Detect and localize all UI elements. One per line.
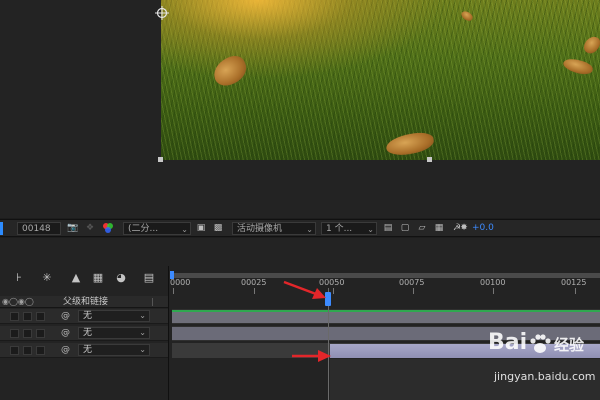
leaf <box>459 9 475 23</box>
chevron-down-icon: ⌄ <box>367 225 374 234</box>
spiral-pickwhip-icon[interactable]: @ <box>61 311 71 321</box>
leaf <box>209 52 251 90</box>
visibility-switch[interactable] <box>10 346 19 355</box>
av-switches-icon[interactable]: ◉◯◉◯ <box>2 297 46 307</box>
hide-shy-icon[interactable]: ▲ <box>69 271 83 285</box>
viewer-toolbar: 00148 📷 ❖ (二分... ⌄ ▣ ▩ 活动摄像机 ⌄ 1 个... ⌄ ▤ ▢… <box>0 219 600 237</box>
layer-column-header: ◉◯◉◯ 父级和链接 <box>0 296 168 308</box>
layer-handle[interactable] <box>427 157 432 162</box>
ruler-tick <box>173 288 174 294</box>
parent-value: 无 <box>83 328 93 338</box>
layer-handle[interactable] <box>158 157 163 162</box>
ruler-label: 0000 <box>170 278 191 287</box>
chevron-down-icon: ⌄ <box>139 311 146 320</box>
resolution-value: (二分... <box>128 224 159 234</box>
work-area-bar[interactable] <box>170 273 600 278</box>
layer-row[interactable]: @ 无 ⌄ <box>0 343 168 358</box>
exposure-icon[interactable]: ✸ <box>457 222 471 235</box>
ruler-label: 00025 <box>241 278 267 287</box>
chevron-down-icon: ⌄ <box>181 225 188 234</box>
visibility-switch[interactable] <box>10 312 19 321</box>
visibility-switch[interactable] <box>10 329 19 338</box>
ruler-tick <box>575 288 576 294</box>
view-layout-dropdown[interactable]: 1 个... ⌄ <box>321 222 377 235</box>
solo-switch[interactable] <box>36 312 45 321</box>
parent-dropdown[interactable]: 无 ⌄ <box>78 327 150 339</box>
3d-view-icon[interactable]: ▦ <box>432 222 446 235</box>
chevron-down-icon: ⌄ <box>306 225 313 234</box>
parent-link-column-label: 父级和链接 <box>63 297 109 307</box>
composition-viewer[interactable] <box>0 0 600 218</box>
watermark-brand-cn: 经验 <box>554 336 585 354</box>
column-separator <box>152 298 153 306</box>
motion-blur-icon[interactable]: ◕ <box>114 271 128 285</box>
red-arrow-icon <box>283 280 326 299</box>
watermark-url: jingyan.baidu.com <box>494 370 596 383</box>
ruler-label: 00125 <box>561 278 587 287</box>
graph-editor-icon[interactable]: ▤ <box>142 271 156 285</box>
ruler-tick <box>333 288 334 294</box>
leaf <box>561 55 595 78</box>
frame-blending-icon[interactable]: ▦ <box>91 271 105 285</box>
audio-switch[interactable] <box>23 329 32 338</box>
snapshot-icon[interactable]: ❖ <box>84 222 96 235</box>
timeline-icon[interactable]: ▱ <box>416 222 428 235</box>
resolution-dropdown[interactable]: (二分... ⌄ <box>123 222 191 235</box>
active-indicator <box>0 222 3 235</box>
ruler-label: 00075 <box>399 278 425 287</box>
time-ruler[interactable]: 0000 00025 00050 00075 00100 00125 <box>170 271 600 295</box>
ruler-tick <box>413 288 414 294</box>
paw-logo-icon <box>530 334 551 353</box>
footage-frame[interactable] <box>161 0 600 160</box>
ruler-tick <box>254 288 255 294</box>
region-of-interest-icon[interactable]: ▣ <box>195 222 207 235</box>
fast-preview-icon[interactable]: ▢ <box>399 222 411 235</box>
watermark-brand: Bai <box>488 330 528 355</box>
layer-row[interactable]: @ 无 ⌄ <box>0 309 168 324</box>
solo-switch[interactable] <box>36 346 45 355</box>
layer-track[interactable] <box>172 309 600 324</box>
camera-view-dropdown[interactable]: 活动摄像机 ⌄ <box>232 222 316 235</box>
spiral-pickwhip-icon[interactable]: @ <box>61 328 71 338</box>
exposure-value[interactable]: +0.0 <box>472 222 502 235</box>
draft-3d-icon[interactable]: ✳ <box>40 271 54 285</box>
leaf <box>581 33 600 57</box>
ruler-tick <box>493 288 494 294</box>
parent-dropdown[interactable]: 无 ⌄ <box>78 344 150 356</box>
parent-value: 无 <box>83 345 93 355</box>
view-layout-value: 1 个... <box>326 224 353 234</box>
anchor-point-icon[interactable] <box>155 6 169 20</box>
parent-value: 无 <box>83 311 93 321</box>
current-time-field[interactable]: 00148 <box>17 222 61 235</box>
audio-switch[interactable] <box>23 312 32 321</box>
chevron-down-icon: ⌄ <box>139 345 146 354</box>
solo-switch[interactable] <box>36 329 45 338</box>
baidu-watermark: Bai 经验 jingyan.baidu.com <box>488 330 598 398</box>
camera-view-value: 活动摄像机 <box>237 224 283 234</box>
spiral-pickwhip-icon[interactable]: @ <box>61 345 71 355</box>
layer-row[interactable]: @ 无 ⌄ <box>0 326 168 341</box>
parent-dropdown[interactable]: 无 ⌄ <box>78 310 150 322</box>
red-arrow-icon <box>292 350 331 362</box>
color-channel-icon[interactable] <box>101 222 115 235</box>
leaf <box>384 130 436 158</box>
ruler-label: 00100 <box>480 278 506 287</box>
pixel-aspect-icon[interactable]: ▤ <box>382 222 394 235</box>
layer-duration-bar[interactable] <box>172 312 600 323</box>
flowchart-icon[interactable]: ⊦ <box>12 271 26 285</box>
chevron-down-icon: ⌄ <box>139 328 146 337</box>
camera-icon[interactable]: 📷 <box>66 222 80 235</box>
panel-divider[interactable] <box>168 266 169 400</box>
audio-switch[interactable] <box>23 346 32 355</box>
toggle-transparency-icon[interactable]: ▩ <box>212 222 224 235</box>
